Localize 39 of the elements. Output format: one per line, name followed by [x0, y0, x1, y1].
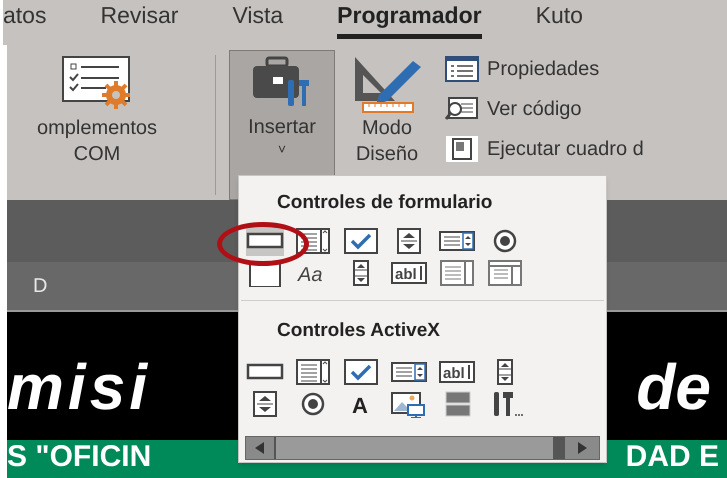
- properties-icon: [445, 56, 479, 82]
- banner-subtitle: DAD E: [626, 440, 719, 474]
- ribbon-command-button[interactable]: Ejecutar cuadro d: [445, 131, 644, 166]
- label-letter-tool[interactable]: A: [342, 389, 380, 419]
- banner-text: misi: [7, 350, 152, 425]
- ribbon-tab[interactable]: Kuto: [536, 0, 583, 39]
- column-header: D: [33, 274, 48, 299]
- ribbon-tab[interactable]: atos: [3, 0, 46, 39]
- dialog-icon: [445, 134, 479, 162]
- ribbon-tab[interactable]: Vista: [232, 0, 284, 39]
- combo-list-icon: [438, 258, 476, 286]
- combo-list-tool[interactable]: [438, 258, 476, 288]
- combo-dropdown-tool[interactable]: [486, 258, 524, 288]
- ribbon-command-button[interactable]: Propiedades: [445, 51, 644, 86]
- banner-subtitle: S "OFICIN: [7, 440, 152, 474]
- menu-section-title: Controles ActiveX: [276, 318, 441, 342]
- image-control-tool[interactable]: [390, 389, 428, 419]
- scroll-thumb[interactable]: [553, 437, 565, 459]
- checkbox-tool[interactable]: [342, 226, 380, 256]
- image-control-icon: [390, 390, 428, 418]
- checkbox-tool[interactable]: [342, 357, 380, 387]
- com-addins-button[interactable]: omplementos COM: [36, 115, 158, 167]
- checkbox-icon: [342, 358, 380, 386]
- horizontal-scrollbar[interactable]: [245, 436, 600, 460]
- button-control-tool[interactable]: [246, 226, 284, 256]
- combo-dropdown-icon: [486, 258, 524, 286]
- combo-box-tool[interactable]: [294, 357, 332, 387]
- text-field-tool[interactable]: abl: [438, 357, 476, 387]
- ribbon-command-button[interactable]: Ver código: [445, 91, 644, 126]
- banner-text: de: [636, 350, 712, 425]
- design-mode-button[interactable]: Modo Diseño: [341, 53, 433, 167]
- ribbon-tab[interactable]: Programador: [337, 0, 482, 39]
- ribbon-tab[interactable]: Revisar: [100, 0, 178, 39]
- label-text-tool[interactable]: Aa: [294, 258, 332, 288]
- combo-box-icon: [294, 358, 332, 386]
- checkbox-icon: [342, 226, 380, 254]
- text-field-tool[interactable]: abl: [390, 258, 428, 288]
- code-window-icon: [445, 96, 479, 122]
- checklist-gear-icon: [61, 55, 133, 109]
